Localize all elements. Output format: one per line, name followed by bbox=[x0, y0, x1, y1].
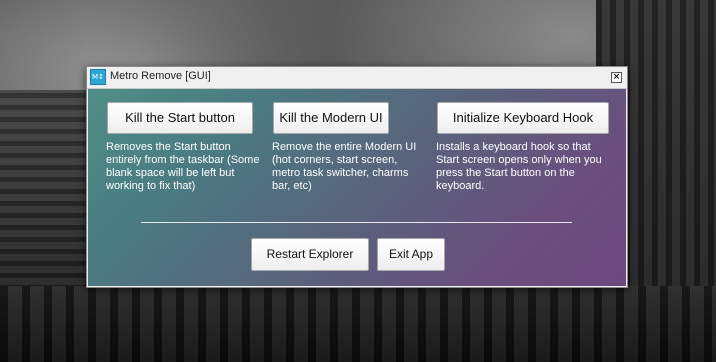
window-title: Metro Remove [GUI] bbox=[110, 70, 211, 82]
exit-app-button[interactable]: Exit App bbox=[377, 238, 445, 271]
kill-modern-ui-description: Remove the entire Modern UI (hot corners… bbox=[272, 141, 417, 192]
metro-remove-app-icon: M↕ bbox=[90, 69, 106, 85]
close-icon[interactable]: × bbox=[611, 72, 622, 83]
desktop-wallpaper: M↕ Metro Remove [GUI] × Kill the Start b… bbox=[0, 0, 716, 362]
main-panel: Kill the Start button Kill the Modern UI… bbox=[88, 89, 626, 286]
wallpaper-street bbox=[0, 286, 716, 362]
init-keyboard-hook-button[interactable]: Initialize Keyboard Hook bbox=[437, 102, 609, 134]
kill-start-description: Removes the Start button entirely from t… bbox=[106, 141, 260, 192]
restart-explorer-button[interactable]: Restart Explorer bbox=[251, 238, 369, 271]
keyboard-hook-description: Installs a keyboard hook so that Start s… bbox=[436, 141, 602, 192]
kill-modern-ui-button[interactable]: Kill the Modern UI bbox=[273, 102, 389, 134]
divider bbox=[141, 222, 572, 223]
title-bar[interactable]: M↕ Metro Remove [GUI] × bbox=[87, 67, 627, 89]
kill-start-button[interactable]: Kill the Start button bbox=[107, 102, 253, 134]
metro-remove-window: M↕ Metro Remove [GUI] × Kill the Start b… bbox=[86, 66, 628, 288]
